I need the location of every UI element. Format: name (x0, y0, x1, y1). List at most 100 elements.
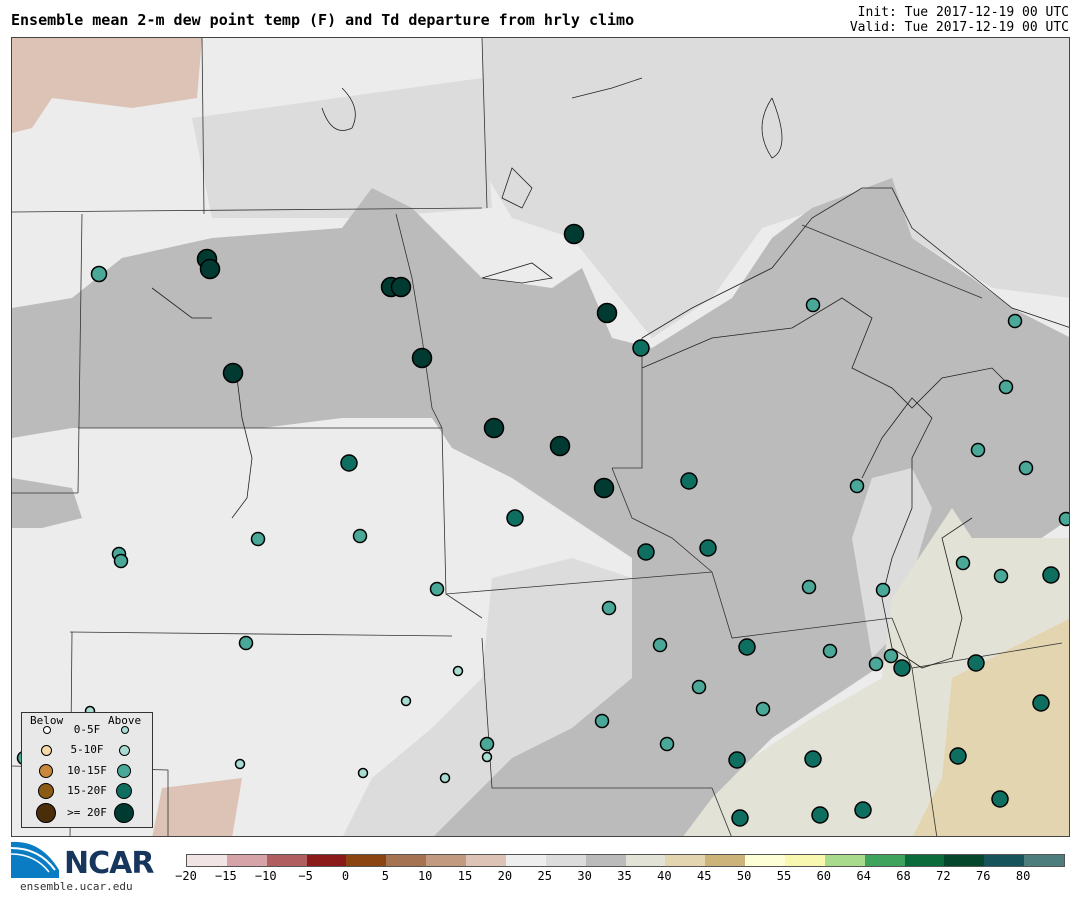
colorbar-tick-label: 76 (976, 869, 991, 883)
legend-above-dot-0-5 (121, 726, 129, 734)
colorbar-segment (745, 855, 786, 866)
station-dot (250, 531, 266, 547)
station-dot (222, 362, 244, 384)
station-dot (113, 553, 129, 569)
colorbar-tick-label: 25 (537, 869, 552, 883)
dot-legend: Below Above 0-5F 5-10F 10-15F 15-20F >= … (21, 712, 153, 828)
station-dot (632, 339, 650, 357)
legend-row-label: 5-10F (70, 743, 104, 756)
colorbar-tick-label: −10 (254, 869, 277, 883)
station-dot (1042, 566, 1060, 584)
station-dot (481, 751, 493, 763)
colorbar-tick-label: 10 (417, 869, 433, 883)
station-dot (955, 555, 971, 571)
colorbar-segment (426, 855, 467, 866)
legend-row-label: 10-15F (67, 764, 107, 777)
colorbar-tick-label: 45 (696, 869, 712, 883)
colorbar-segment (625, 855, 666, 866)
legend-below-dot-15-20 (38, 783, 54, 799)
legend-row-label: >= 20F (67, 806, 107, 819)
station-dot (1032, 694, 1050, 712)
legend-row-label: 0-5F (73, 723, 101, 736)
station-dot (659, 736, 675, 752)
map-svg (12, 38, 1069, 836)
station-dot (755, 701, 771, 717)
station-dot (1007, 313, 1023, 329)
colorbar-segment (187, 855, 228, 866)
station-dot (970, 442, 986, 458)
station-dot (993, 568, 1009, 584)
colorbar-tick-label: −15 (215, 869, 237, 883)
station-dot (991, 790, 1009, 808)
station-dot (893, 659, 911, 677)
station-dot (340, 454, 358, 472)
station-dot (549, 435, 571, 457)
station-dot (849, 478, 865, 494)
colorbar-segment (306, 855, 347, 866)
colorbar-segment (466, 855, 507, 866)
station-dot (822, 643, 838, 659)
station-dot (593, 477, 615, 499)
station-dot (801, 579, 817, 595)
colorbar-tick-label: 35 (617, 869, 632, 883)
colorbar-segment (226, 855, 268, 866)
station-dot (804, 750, 822, 768)
station-dot (680, 472, 698, 490)
valid-time: Valid: Tue 2017-12-19 00 UTC (849, 20, 1069, 35)
station-dot (479, 736, 495, 752)
legend-below-dot-0-5 (43, 726, 51, 734)
station-dot (90, 265, 108, 283)
colorbar-labels: −20 −15 −10 −5 0 5 10 15 20 25 30 35 40 45 50 55 60 64 68 7… (0, 869, 1080, 885)
station-dot (483, 417, 505, 439)
station-dot (854, 801, 872, 819)
colorbar-segment (386, 855, 427, 866)
colorbar-tick-label: 30 (577, 869, 592, 883)
legend-row-label: 15-20F (67, 784, 107, 797)
colorbar-tick-label: 5 (381, 869, 389, 883)
station-dot (601, 600, 617, 616)
colorbar-segment (984, 855, 1025, 866)
station-dot (731, 809, 749, 827)
station-dot (563, 223, 585, 245)
station-dot (883, 648, 899, 664)
legend-above-dot-5-10 (119, 745, 130, 756)
colorbar-tick-label: 80 (1015, 869, 1031, 883)
colorbar-tick-label: 50 (736, 869, 752, 883)
colorbar-tick-label: 60 (816, 869, 832, 883)
colorbar-tick-label: 20 (497, 869, 513, 883)
colorbar-segment (545, 855, 587, 866)
colorbar-segment (904, 855, 945, 866)
map-title: Ensemble mean 2-m dew point temp (F) and… (11, 11, 635, 29)
station-dot (594, 713, 610, 729)
colorbar-tick-label: 15 (457, 869, 473, 883)
colorbar-tick-label: 40 (657, 869, 672, 883)
legend-above-dot-10-15 (117, 764, 131, 778)
colorbar-tick-label: 72 (936, 869, 951, 883)
station-dot (949, 747, 967, 765)
station-dot (506, 509, 524, 527)
map-panel (11, 37, 1070, 837)
station-dot (400, 695, 412, 707)
station-dot (357, 767, 369, 779)
station-dot (868, 656, 884, 672)
station-dot (238, 635, 254, 651)
station-dot (1058, 511, 1069, 527)
colorbar-tick-label: 55 (776, 869, 792, 883)
station-dot (805, 297, 821, 313)
station-dot (234, 758, 246, 770)
station-dot (637, 543, 655, 561)
station-dot (811, 806, 829, 824)
station-dot (199, 258, 221, 280)
colorbar-tick-label: −20 (175, 869, 197, 883)
colorbar-segment (944, 855, 985, 866)
colorbar-tick-label: −5 (298, 869, 313, 883)
station-dot (691, 679, 707, 695)
station-dot (411, 347, 433, 369)
colorbar-tick-label: 64 (856, 869, 871, 883)
station-dot (452, 665, 464, 677)
station-dot (429, 581, 445, 597)
station-dot (699, 539, 717, 557)
legend-below-dot-5-10 (41, 745, 52, 756)
station-dot (352, 528, 368, 544)
init-time: Init: Tue 2017-12-19 00 UTC (857, 5, 1069, 20)
